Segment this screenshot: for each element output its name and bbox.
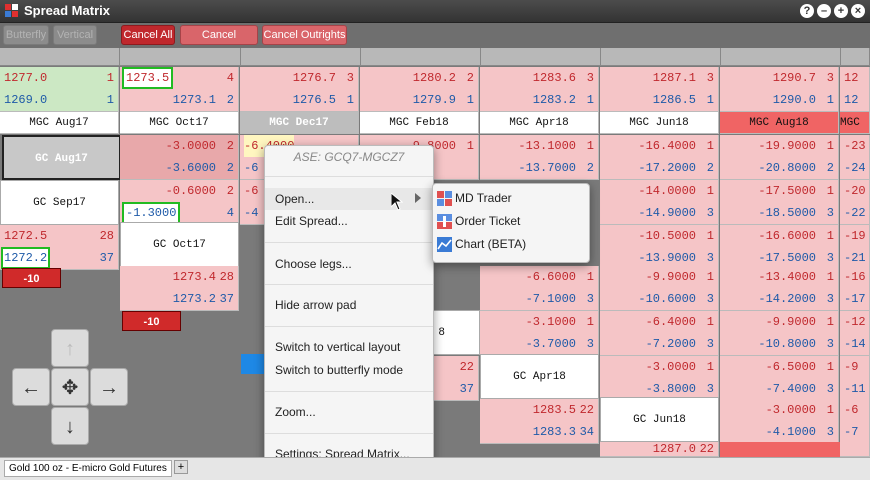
menu-item-edit-spread[interactable]: Edit Spread... [275, 211, 348, 231]
cancel-spreads-button[interactable]: Cancel Spreads [180, 25, 258, 59]
row-label-gc-jun18[interactable]: GC Jun18 [600, 397, 719, 442]
row-label-gc-oct17[interactable]: GC Oct17 [120, 222, 239, 267]
spread-cell[interactable]: -3.1000 1 -3.7000 3 [480, 311, 599, 356]
submenu-item-md-trader[interactable]: MD Trader [455, 188, 512, 208]
price-cell-mgc-apr18[interactable]: 1283.6 3 1283.2 1 [480, 67, 599, 112]
spread-cell[interactable]: -9.9000 1 -10.8000 3 [720, 311, 839, 356]
instrument-label[interactable]: MGC Apr18 [480, 112, 599, 134]
row-label-gc-sep17[interactable]: GC Sep17 [0, 180, 119, 225]
submenu-arrow-icon [415, 193, 421, 203]
instrument-label-highlight[interactable]: MGC Aug18 [720, 112, 839, 134]
cancel-outrights-button[interactable]: Cancel Outrights [262, 25, 347, 45]
menu-item-zoom[interactable]: Zoom... [275, 402, 316, 422]
price-cell-mgc-aug17[interactable]: 1277.0 1 1269.0 1 [0, 67, 119, 112]
close-icon[interactable]: × [851, 4, 865, 18]
right-arrow-icon[interactable]: → [90, 368, 128, 406]
instrument-label[interactable]: MGC Jun18 [600, 112, 719, 134]
spread-cell[interactable]: -9 -11 [840, 356, 870, 401]
spread-cell[interactable]: -0.6000 2 -1.3000 4 [120, 180, 239, 225]
spread-cell[interactable]: -9.9000 1 -10.6000 3 [600, 266, 719, 311]
chart-icon [437, 237, 452, 252]
minimize-icon[interactable]: – [817, 4, 831, 18]
spread-cell[interactable]: -19 -21 [840, 225, 870, 270]
help-icon[interactable]: ? [800, 4, 814, 18]
price-cell[interactable]: 1287.0 22 [600, 442, 719, 457]
spread-cell[interactable]: -14.0000 1 -14.9000 3 [600, 180, 719, 225]
price-cell-mgc-oct17[interactable]: 1273.5 4 1273.1 2 [120, 67, 239, 112]
spread-cell[interactable]: -6.4000 1 -7.2000 3 [600, 311, 719, 356]
app-logo-icon [5, 4, 18, 17]
instrument-label[interactable]: MGC O [840, 112, 870, 134]
spread-cell[interactable]: -12 -14 [840, 311, 870, 356]
menu-item-open[interactable]: Open... [275, 189, 314, 209]
add-tab-icon[interactable]: + [174, 460, 188, 474]
spread-cell[interactable]: -3.0000 1 -4.1000 3 [720, 399, 839, 444]
spread-cell[interactable]: -10.5000 1 -13.9000 3 [600, 225, 719, 270]
instrument-label-selected[interactable]: MGC Dec17 [240, 112, 359, 134]
tab-bar: Gold 100 oz - E-micro Gold Futures + [0, 457, 870, 480]
order-ticket-icon [437, 214, 452, 229]
butterfly-button[interactable]: Butterfly [3, 25, 49, 45]
spread-cell[interactable]: -23 -24 [840, 135, 870, 180]
spread-cell[interactable]: -13.1000 1 -13.7000 2 [480, 135, 599, 180]
spread-cell[interactable]: -20 -22 [840, 180, 870, 225]
highlight-cell[interactable] [720, 442, 840, 457]
instrument-label[interactable]: MGC Oct17 [120, 112, 239, 134]
spread-cell[interactable]: -17.5000 1 -18.5000 3 [720, 180, 839, 225]
cancel-all-button[interactable]: Cancel All [121, 25, 175, 45]
down-arrow-icon[interactable]: ↓ [51, 407, 89, 445]
context-menu-header: ASE: GCQ7-MGCZ7 [293, 150, 405, 164]
mouse-cursor-icon [391, 193, 403, 211]
tab-gold-futures[interactable]: Gold 100 oz - E-micro Gold Futures [4, 460, 172, 477]
toolbar: Butterfly Vertical Cancel All Cancel Spr… [0, 23, 870, 59]
price-cell-mgc-dec17[interactable]: 1276.7 3 1276.5 1 [240, 67, 359, 112]
row-label-gc-apr18[interactable]: GC Apr18 [480, 354, 599, 399]
left-arrow-icon[interactable]: ← [12, 368, 50, 406]
menu-item-choose-legs[interactable]: Choose legs... [275, 254, 352, 274]
context-menu: ASE: GCQ7-MGCZ7 Open... Edit Spread... C… [264, 145, 434, 470]
spread-cell[interactable]: -3.0000 2 -3.6000 2 [120, 135, 239, 180]
submenu-item-chart[interactable]: Chart (BETA) [455, 234, 526, 254]
spread-cell[interactable]: -3.0000 1 -3.8000 3 [600, 356, 719, 401]
md-trader-icon [437, 191, 452, 206]
menu-item-butterfly-mode[interactable]: Switch to butterfly mode [275, 360, 403, 380]
position-badge: -10 [2, 268, 61, 288]
up-arrow-icon[interactable]: ↑ [51, 329, 89, 367]
price-cell[interactable]: 1283.5 22 1283.3 34 [480, 399, 599, 444]
price-cell-mgc-feb18[interactable]: 1280.2 2 1279.9 1 [360, 67, 479, 112]
price-cell-mgc-aug18[interactable]: 1290.7 3 1290.0 1 [720, 67, 839, 112]
position-badge: -10 [122, 311, 181, 331]
submenu-item-order-ticket[interactable]: Order Ticket [455, 211, 520, 231]
spread-cell[interactable]: -6 -7 [840, 399, 870, 444]
price-cell-gc-sep17[interactable]: 1273.4 28 1273.2 37 [120, 266, 239, 311]
price-cell-mgc-jun18[interactable]: 1287.1 3 1286.5 1 [600, 67, 719, 112]
instrument-label[interactable]: MGC Aug17 [0, 112, 119, 134]
open-submenu: MD Trader Order Ticket Chart (BETA) [432, 183, 590, 263]
spread-cell[interactable]: -16 -17 [840, 266, 870, 311]
price-cell-mgc-oct18[interactable]: 12 12 [840, 67, 870, 112]
vertical-button[interactable]: Vertical [53, 25, 97, 45]
spread-cell[interactable]: -16.6000 1 -17.5000 3 [720, 225, 839, 270]
menu-item-hide-arrow-pad[interactable]: Hide arrow pad [275, 295, 356, 315]
spread-cell[interactable]: -6.5000 1 -7.4000 3 [720, 356, 839, 401]
window-title: Spread Matrix [24, 3, 110, 18]
title-bar: Spread Matrix ? – + × [0, 0, 870, 23]
recenter-icon[interactable]: ✥ [51, 368, 89, 406]
instrument-label[interactable]: MGC Feb18 [360, 112, 479, 134]
row-label-gc-aug17[interactable]: GC Aug17 [2, 135, 121, 180]
menu-item-vertical-layout[interactable]: Switch to vertical layout [275, 337, 400, 357]
maximize-icon[interactable]: + [834, 4, 848, 18]
spread-cell[interactable]: -16.4000 1 -17.2000 2 [600, 135, 719, 180]
spread-cell[interactable] [840, 442, 870, 457]
spread-cell[interactable]: -19.9000 1 -20.8000 2 [720, 135, 839, 180]
blue-marker [241, 354, 266, 374]
price-cell-gc-aug17[interactable]: 1272.5 28 1272.2 37 [0, 225, 119, 270]
spread-cell[interactable]: -13.4000 1 -14.2000 3 [720, 266, 839, 311]
spread-cell[interactable]: -6.6000 1 -7.1000 3 [480, 266, 599, 311]
